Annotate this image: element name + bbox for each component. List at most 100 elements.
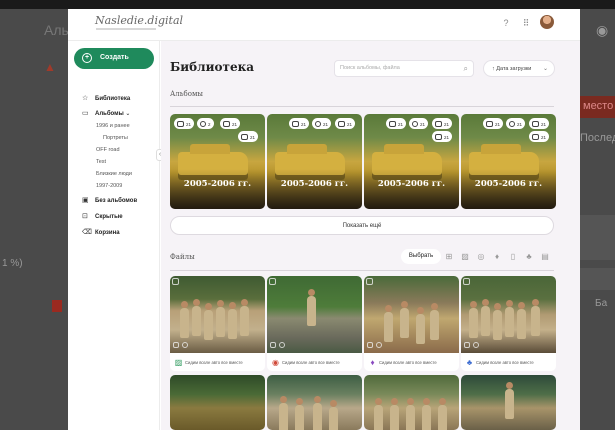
search-input[interactable]: Поиск альбомы, файла ⌕ [334, 60, 474, 77]
select-button[interactable]: Выбрать [401, 249, 441, 264]
album-link[interactable]: 1997-2009 [96, 183, 122, 189]
file-card[interactable] [170, 375, 265, 430]
document-icon[interactable]: ▯ [508, 252, 518, 261]
folder-icon: ▭ [82, 110, 89, 117]
sidebar-item-trash[interactable]: ⌫ Корзина [82, 228, 120, 236]
star-icon: ☆ [82, 95, 89, 102]
sidebar-item-label: Корзина [95, 230, 120, 236]
background-side-text-2: Ба [595, 298, 608, 309]
help-icon[interactable]: ? [500, 18, 512, 30]
sidebar: + Создать ☆ Библиотека ▭ Альбомы ⌄ 1996 и … [68, 41, 160, 430]
gallery-icon[interactable]: ▤ [540, 252, 550, 261]
search-icon[interactable]: ⌕ [464, 64, 468, 74]
chevron-down-icon: ⌄ [542, 66, 548, 72]
image-icon [177, 121, 184, 127]
album-link[interactable]: Портреты [103, 135, 128, 141]
album-count-pill: 21 [386, 118, 407, 129]
album-count: 2 [208, 122, 211, 127]
background-side-text: Послед [580, 132, 615, 144]
background-thumb [578, 215, 615, 260]
person-figure [384, 305, 393, 342]
grid-icon[interactable]: ⊞ [444, 252, 454, 261]
album-count: 21 [420, 122, 426, 127]
file-description: Сидим возле авто все вместе [379, 360, 437, 365]
album-count: 21 [541, 122, 547, 127]
document-icon [435, 121, 442, 127]
person-figure [517, 302, 526, 339]
create-button[interactable]: + Создать [74, 48, 154, 69]
album-card[interactable]: 2005-2006 гг. 21 21 21 21 [461, 114, 556, 209]
person-figure [493, 303, 502, 340]
logo[interactable]: Nasledie.digital [95, 14, 183, 27]
album-link[interactable]: Test [96, 159, 106, 165]
file-description: Сидим возле авто все вместе [476, 360, 534, 365]
mic-icon [182, 342, 188, 348]
chevron-down-icon: ⌄ [125, 111, 131, 117]
album-count: 21 [444, 135, 450, 140]
album-link[interactable]: 1996 и ранее [96, 123, 130, 129]
document-icon [367, 342, 373, 348]
person-figure [400, 301, 409, 338]
album-count-pill: 2 [197, 118, 214, 129]
sort-dropdown[interactable]: ↑ Дата загрузки ⌄ [483, 60, 555, 77]
document-icon [532, 134, 539, 140]
file-card[interactable] [364, 375, 459, 430]
album-overlay [170, 169, 265, 209]
image-icon [389, 121, 396, 127]
search-placeholder: Поиск альбомы, файла [340, 65, 400, 71]
people-icon[interactable]: ♣ [524, 252, 534, 261]
sidebar-item-no-albums[interactable]: ▣ Без альбомов [82, 196, 137, 204]
file-card[interactable]: ♣ Сидим возле авто все вместе [461, 276, 556, 371]
sidebar-item-albums[interactable]: ▭ Альбомы ⌄ [82, 109, 130, 117]
plus-icon: + [82, 53, 92, 63]
album-count: 21 [301, 122, 307, 127]
circle-icon[interactable]: ◎ [476, 252, 486, 261]
document-icon [435, 134, 442, 140]
file-card[interactable]: ◉ Сидим возле авто все вместе [267, 276, 362, 371]
person-figure [228, 302, 237, 339]
image-icon[interactable]: ▨ [460, 252, 470, 261]
album-overlay [364, 169, 459, 209]
album-card[interactable]: 2005-2006 гг. 21 21 21 21 [364, 114, 459, 209]
document-icon [173, 342, 179, 348]
file-card[interactable] [461, 375, 556, 430]
sidebar-item-hidden[interactable]: ⊡ Скрытые [82, 212, 123, 220]
sort-arrow-icon: ↑ [492, 66, 495, 72]
album-count-pill: 21 [220, 118, 241, 129]
document-icon [223, 121, 230, 127]
album-count: 21 [495, 122, 501, 127]
album-count-pill: 21 [335, 118, 356, 129]
apps-grid-icon[interactable]: ⠿ [520, 18, 532, 30]
trash-icon: ⌫ [82, 229, 92, 236]
album-link[interactable]: Близкие люди [96, 171, 132, 177]
album-count: 21 [186, 122, 192, 127]
file-card[interactable]: ♦ Сидим возле авто все вместе [364, 276, 459, 371]
file-photo [364, 375, 459, 430]
sidebar-item-library[interactable]: ☆ Библиотека [82, 94, 130, 102]
albums-heading: Альбомы [170, 90, 204, 98]
document-icon [464, 342, 470, 348]
sort-label: Дата загрузки [496, 66, 532, 72]
file-card[interactable] [267, 375, 362, 430]
person-figure [216, 300, 225, 337]
file-photo [364, 276, 459, 353]
library-window: Nasledie.digital ? ⠿ + Создать ☆ Библиоте… [68, 9, 580, 430]
image-icon: ▨ [174, 358, 183, 367]
show-more-button[interactable]: Показать ещё [170, 216, 554, 235]
mic-icon [200, 121, 206, 127]
album-link[interactable]: OFF road [96, 147, 120, 153]
sidebar-item-label: Библиотека [95, 96, 131, 102]
file-footer: ◉ Сидим возле авто все вместе [267, 354, 362, 371]
album-card[interactable]: 2005-2006 гг. 21 2 21 21 [170, 114, 265, 209]
document-icon [270, 342, 276, 348]
image-type-icon [269, 278, 276, 285]
mic-icon[interactable]: ♦ [492, 252, 502, 261]
person-figure [406, 398, 415, 430]
file-description: Сидим возле авто все вместе [282, 360, 340, 365]
file-footer: ▨ Сидим возле авто все вместе [170, 354, 265, 371]
album-card[interactable]: 2005-2006 гг. 21 21 21 [267, 114, 362, 209]
avatar[interactable] [540, 15, 554, 29]
sidebar-item-label: Скрытые [95, 214, 123, 220]
file-card[interactable]: ▨ Сидим возле авто все вместе [170, 276, 265, 371]
album-count-pill: 21 [483, 118, 504, 129]
